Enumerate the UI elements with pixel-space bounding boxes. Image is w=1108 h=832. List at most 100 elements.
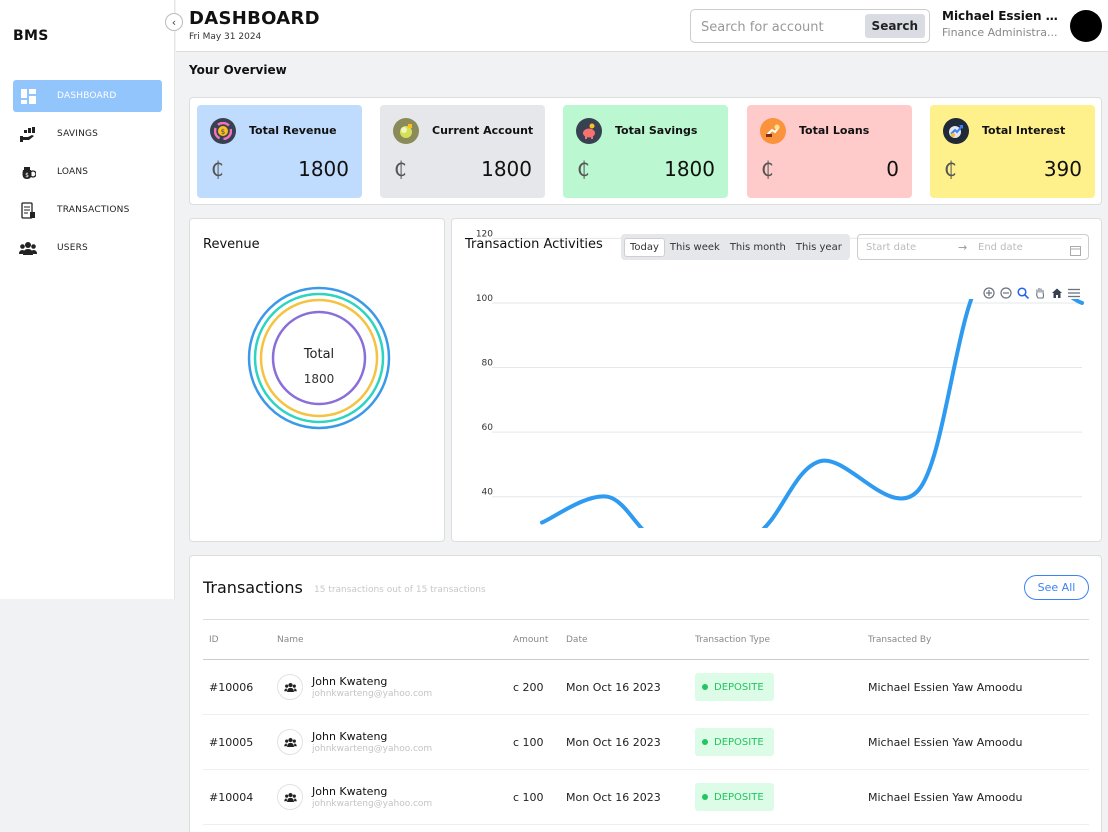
sidebar-item-label: TRANSACTIONS bbox=[57, 205, 130, 215]
stat-card-total-revenue: $ Total Revenue ₵ 1800 bbox=[197, 105, 362, 198]
sidebar-item-users[interactable]: USERS bbox=[13, 232, 162, 264]
stat-value: 1800 bbox=[664, 157, 715, 181]
donut-center-value: 1800 bbox=[304, 372, 335, 386]
stat-label: Total Savings bbox=[615, 124, 698, 137]
period-this-month[interactable]: This month bbox=[725, 239, 791, 256]
revenue-title: Revenue bbox=[203, 237, 260, 252]
overview-title: Your Overview bbox=[189, 63, 287, 77]
user-group-icon bbox=[277, 784, 303, 810]
user-name: Michael Essien ... bbox=[942, 9, 1058, 23]
y-tick-label: 60 bbox=[482, 423, 494, 433]
badge-label: DEPOSITE bbox=[714, 736, 764, 748]
customer-name: John Kwateng bbox=[312, 675, 388, 688]
brand-logo: BMS bbox=[13, 28, 49, 44]
chart-toolbar bbox=[982, 286, 1081, 300]
home-icon[interactable] bbox=[1050, 286, 1064, 300]
svg-text:$: $ bbox=[25, 172, 29, 179]
interest-icon bbox=[943, 118, 969, 144]
customer-email: johnkwarteng@yahoo.com bbox=[312, 744, 433, 754]
savings-icon bbox=[13, 126, 43, 142]
calendar-icon[interactable] bbox=[1070, 241, 1081, 260]
search-button[interactable]: Search bbox=[864, 14, 925, 38]
series-line bbox=[540, 299, 1084, 528]
column-header-date: Date bbox=[560, 619, 689, 660]
page-title: DASHBOARD bbox=[189, 8, 320, 29]
zoom-in-icon[interactable] bbox=[982, 286, 996, 300]
cell-transacted-by: Michael Essien Yaw Amoodu bbox=[862, 714, 1089, 770]
overview-panel: $ Total Revenue ₵ 1800 Current Account ₵… bbox=[189, 97, 1102, 205]
cell-id: #10006 bbox=[203, 659, 271, 715]
search-input[interactable] bbox=[701, 17, 861, 37]
stat-label: Total Loans bbox=[799, 124, 870, 137]
cell-amount: c 100 bbox=[507, 769, 560, 825]
table-row[interactable]: #10005 John Kwateng johnkwarteng@yahoo.co… bbox=[203, 714, 1089, 770]
arrow-right-icon: → bbox=[958, 241, 968, 254]
stat-label: Total Revenue bbox=[249, 124, 337, 137]
status-badge: DEPOSITE bbox=[695, 783, 774, 811]
sidebar-item-label: SAVINGS bbox=[57, 129, 99, 139]
stat-value: 1800 bbox=[298, 157, 349, 181]
chevron-left-icon: ‹ bbox=[171, 15, 177, 29]
status-badge: DEPOSITE bbox=[695, 728, 774, 756]
table-row[interactable]: #10006 John Kwateng johnkwarteng@yahoo.co… bbox=[203, 659, 1089, 715]
sidebar-item-label: LOANS bbox=[57, 167, 89, 177]
dashboard-icon bbox=[13, 88, 43, 104]
stat-card-total-loans: Total Loans ₵ 0 bbox=[747, 105, 912, 198]
sidebar-collapse-button[interactable]: ‹ bbox=[165, 13, 183, 31]
start-date-input[interactable] bbox=[866, 240, 954, 255]
period-this-week[interactable]: This week bbox=[665, 239, 725, 256]
donut-center-label: Total bbox=[303, 347, 334, 362]
activities-title: Transaction Activities bbox=[465, 237, 603, 252]
y-tick-label: 40 bbox=[482, 488, 494, 498]
loans-icon: $ bbox=[13, 164, 43, 180]
table-row[interactable]: #10004 John Kwateng johnkwarteng@yahoo.co… bbox=[203, 769, 1089, 825]
table-header-row: ID Name Amount Date Transaction Type Tra… bbox=[203, 619, 1089, 660]
zoom-out-icon[interactable] bbox=[999, 286, 1013, 300]
revenue-donut-chart: Total 1800 bbox=[247, 286, 391, 430]
sidebar-item-transactions[interactable]: TRANSACTIONS bbox=[13, 194, 162, 226]
sidebar: BMS DASHBOARD SAVINGS $ LOANS TRANSACTIO… bbox=[0, 0, 175, 599]
currency-symbol: ₵ bbox=[394, 157, 407, 181]
transactions-icon bbox=[13, 201, 43, 219]
column-header-amount: Amount bbox=[507, 619, 560, 660]
cell-amount: c 100 bbox=[507, 714, 560, 770]
customer-name: John Kwateng bbox=[312, 730, 388, 743]
transactions-panel: Transactions 15 transactions out of 15 t… bbox=[189, 555, 1102, 832]
sidebar-item-dashboard[interactable]: DASHBOARD bbox=[13, 80, 162, 112]
customer-email: johnkwarteng@yahoo.com bbox=[312, 689, 433, 699]
period-today[interactable]: Today bbox=[624, 237, 665, 257]
see-all-button[interactable]: See All bbox=[1024, 575, 1089, 600]
stat-card-current-account: Current Account ₵ 1800 bbox=[380, 105, 545, 198]
stat-value: 390 bbox=[1043, 157, 1082, 181]
y-tick-label: 100 bbox=[476, 294, 493, 304]
badge-label: DEPOSITE bbox=[714, 791, 764, 803]
period-this-year[interactable]: This year bbox=[791, 239, 847, 256]
y-tick-label: 80 bbox=[482, 359, 494, 369]
cell-amount: c 200 bbox=[507, 659, 560, 715]
menu-icon[interactable] bbox=[1067, 286, 1081, 300]
revenue-panel: Revenue Total 1800 bbox=[189, 218, 445, 542]
cell-name: John Kwateng johnkwarteng@yahoo.com bbox=[271, 769, 507, 825]
revenue-icon: $ bbox=[210, 118, 236, 144]
date-range-picker: → bbox=[857, 234, 1089, 260]
account-search: Search bbox=[690, 9, 930, 43]
avatar[interactable] bbox=[1070, 10, 1102, 42]
column-header-transacted-by: Transacted By bbox=[862, 619, 1089, 660]
pan-hand-icon[interactable] bbox=[1033, 286, 1047, 300]
cell-type: DEPOSITE bbox=[689, 659, 862, 715]
top-header: DASHBOARD Fri May 31 2024 Search Michael… bbox=[176, 0, 1108, 52]
transactions-count: 15 transactions out of 15 transactions bbox=[314, 585, 486, 595]
cell-name: John Kwateng johnkwarteng@yahoo.com bbox=[271, 714, 507, 770]
stat-value: 1800 bbox=[481, 157, 532, 181]
cell-transacted-by: Michael Essien Yaw Amoodu bbox=[862, 769, 1089, 825]
status-dot bbox=[702, 794, 708, 800]
end-date-input[interactable] bbox=[978, 240, 1058, 255]
sidebar-nav: DASHBOARD SAVINGS $ LOANS TRANSACTIONS U… bbox=[13, 80, 162, 270]
sidebar-item-loans[interactable]: $ LOANS bbox=[13, 156, 162, 188]
activity-panel: 40 60 80 100 120 Transaction Activities Toda… bbox=[451, 218, 1102, 542]
savings-pig-icon bbox=[576, 118, 602, 144]
currency-symbol: ₵ bbox=[577, 157, 590, 181]
magnifier-icon[interactable] bbox=[1016, 286, 1030, 300]
cell-id: #10004 bbox=[203, 769, 271, 825]
sidebar-item-savings[interactable]: SAVINGS bbox=[13, 118, 162, 150]
